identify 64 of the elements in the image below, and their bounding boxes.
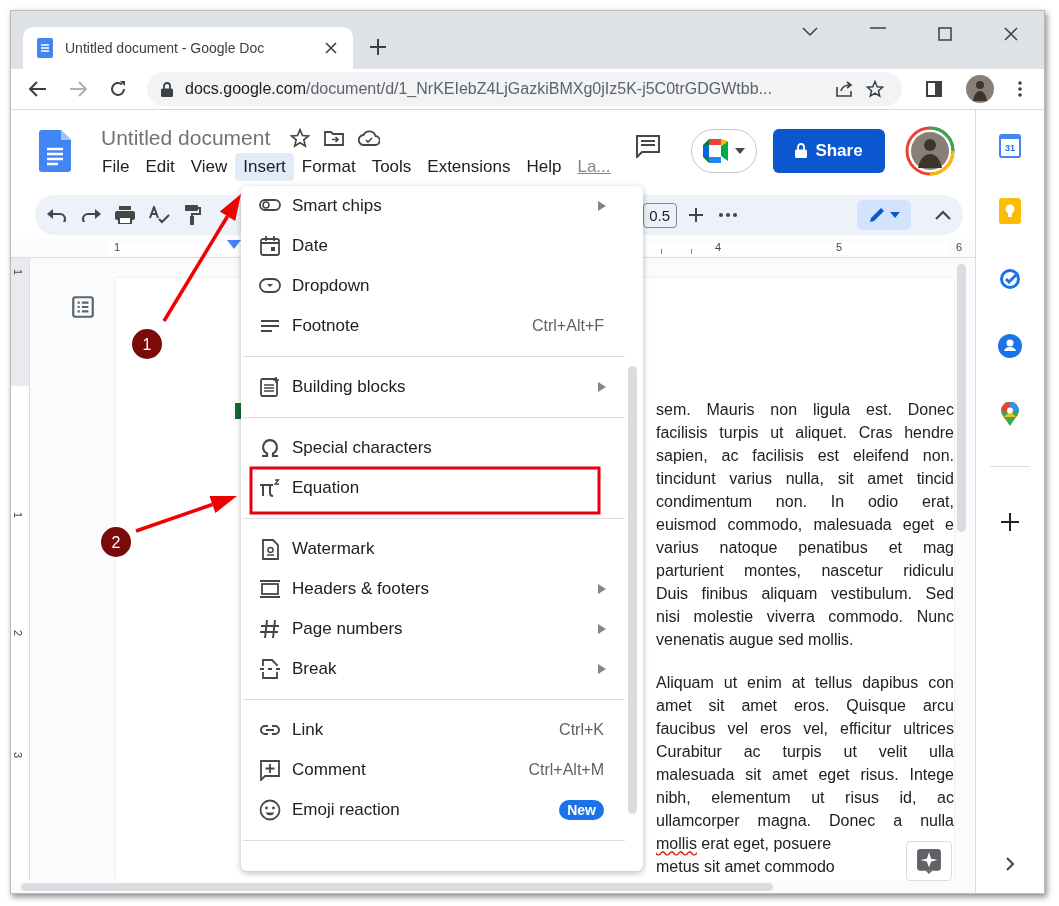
menu-item[interactable]: Help [518,153,570,181]
menu-item[interactable]: Edit [137,153,183,181]
url-text: docs.google.com/document/d/1_NrKEIebZ4LjGazkiBMXg0jIz5K-j5C0trGDGWtbb... [185,80,773,98]
document-title[interactable]: Untitled document [101,126,271,150]
body-text: nibh, elementum ut risus id, ac [656,788,954,808]
body-text: amet sit amet eros. Quisque arcu [656,696,954,716]
menu-item[interactable]: Building blocks [241,367,643,407]
body-text: condimentum non. In odio erat, [656,492,954,512]
browser-tab[interactable]: Untitled document - Google Doc [23,27,353,69]
menu-item[interactable]: Watermark [241,529,643,569]
ruler-number: 1 [12,511,25,519]
share-button[interactable]: Share [773,128,885,173]
body-text: tincidunt varius nulla, sit amet tincid [656,469,954,489]
ruler-number: 3 [12,751,25,759]
body-text: parturient montes, nascetur ridiculu [656,561,954,581]
menu-item[interactable]: Comment Ctrl+Alt+M [241,750,643,790]
menu-item[interactable]: Format [293,153,364,181]
menu-item[interactable]: Page numbers [241,609,643,649]
last-edit-link[interactable]: La... [569,153,619,181]
new-badge: New [559,800,604,820]
body-text: Curabitur ac turpis ut velit ulla [656,742,954,762]
menu-item[interactable]: Dropdown [241,266,643,306]
body-text: Duis finibus aliquam vestibulum. Sed [656,584,954,604]
shortcut-text: Ctrl+Alt+M [528,761,604,779]
ruler-number: 5 [836,241,843,253]
menu-item[interactable]: File [94,153,138,181]
step-number: 1 [142,336,152,353]
body-text: varius natoque penatibus et mag [656,538,954,558]
menu-item[interactable]: Insert [235,153,294,181]
body-text: sapien, ac facilisis est eleifend non. [656,446,954,466]
menu-item[interactable]: Extensions [419,153,519,181]
body-text: ullamcorper magna. Donec a nulla [656,811,954,831]
ruler-number: 1 [12,268,25,276]
ruler-number: 2 [12,629,25,637]
body-text: venenatis augue sed mollis. [656,630,854,650]
address-bar[interactable]: docs.google.com/document/d/1_NrKEIebZ4LjGazkiBMXg0jIz5K-j5C0trGDGWtbb... [147,72,902,106]
body-text: euismod commodo, malesuada eget e [656,515,954,535]
body-text: malesuada sit amet eget risus. Intege [656,765,954,785]
menu-item[interactable]: Headers & footers [241,569,643,609]
menu-item[interactable]: Tools [363,153,420,181]
shortcut-text: Ctrl+K [559,721,604,739]
menu-item[interactable]: Date [241,226,643,266]
body-text: facilisis turpis ut aliquet. Cras hendre [656,423,954,443]
menu-item[interactable]: Emoji reaction New [241,790,643,830]
menu-item[interactable]: Smart chips [241,186,643,226]
step-number: 2 [111,534,121,551]
body-text: sem. Mauris non ligula est. Donec [656,400,954,420]
calendar-icon[interactable]: 31 [999,134,1021,158]
body-text: faucibus vel eros vel, efficitur ultrices [656,719,954,739]
menu-item[interactable]: View [182,153,236,181]
menu-item[interactable]: Link Ctrl+K [241,710,643,750]
menu-item[interactable]: Footnote Ctrl+Alt+F [241,306,643,346]
body-text: metus sit amet commodo [656,857,835,877]
tab-title: Untitled document - Google Doc [65,40,266,56]
ruler-number: 1 [114,241,121,253]
body-text: Aliquam ut enim at tellus dapibus con [656,673,954,693]
body-text: mollis erat eget, posuere [656,834,832,854]
body-text: nisi molestie viverra commodo. Nunc [656,607,954,627]
menu-item[interactable]: Equation [241,468,643,508]
menu-item[interactable]: Special characters [241,428,643,468]
ruler-number: 4 [715,241,722,253]
ruler-number: 6 [956,241,963,253]
shortcut-text: Ctrl+Alt+F [532,317,604,335]
menu-item[interactable]: Break [241,649,643,689]
